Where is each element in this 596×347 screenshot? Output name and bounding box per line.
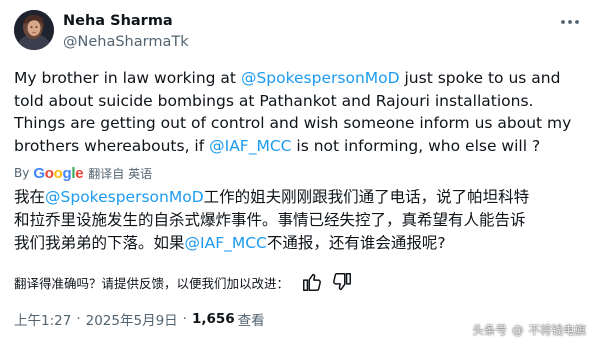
author-name[interactable]: Neha Sharma bbox=[63, 12, 189, 30]
translation-attribution: By Google 翻译自 英语 bbox=[14, 163, 152, 183]
translated-text-segment: 不通报，还有谁会通报呢? bbox=[266, 234, 446, 252]
tweet-text-segment: is not informing, who else will ? bbox=[291, 136, 541, 155]
tweet-line: My brother in law working at @Spokespers… bbox=[14, 67, 586, 90]
google-logo-letter: g bbox=[62, 164, 72, 182]
translated-by-label: By bbox=[14, 166, 30, 180]
tweet-line: brothers whereabouts, if @IAF_MCC is not… bbox=[14, 135, 586, 158]
translated-text-segment: 我在 bbox=[14, 188, 46, 206]
more-horizontal-icon bbox=[561, 20, 579, 24]
thumbs-down-button[interactable] bbox=[331, 271, 353, 293]
watermark-source: 头条号 bbox=[472, 323, 508, 337]
watermark-separator: @ bbox=[512, 323, 524, 337]
views-label: 查看 bbox=[237, 313, 265, 329]
tweet-text-segment: My brother in law working at bbox=[14, 69, 241, 87]
translation-feedback: 翻译得准确吗？请提供反馈，以便我们加以改进： bbox=[14, 271, 353, 293]
google-logo-letter: o bbox=[44, 164, 54, 182]
tweet-text-segment: just spoke to us and bbox=[399, 69, 561, 87]
tweet-line: Things are getting out of control and wi… bbox=[14, 112, 586, 135]
translated-line: 我们我弟弟的下落。如果@IAF_MCC不通报，还有谁会通报呢? bbox=[14, 232, 586, 255]
translated-text: 我在@SpokespersonMoD工作的姐夫刚刚跟我们通了电话，说了帕坦科特 … bbox=[14, 186, 586, 255]
translated-text-segment: 工作的姐夫刚刚跟我们通了电话，说了帕坦科特 bbox=[203, 188, 530, 206]
tweet-line: told about suicide bombings at Pathankot… bbox=[14, 90, 586, 113]
separator-dot: · bbox=[76, 311, 81, 327]
thumbs-down-icon bbox=[333, 273, 351, 291]
google-logo-letter: G bbox=[33, 164, 45, 182]
tweet-text-segment: brothers whereabouts, if bbox=[14, 136, 210, 155]
mention-link[interactable]: @SpokespersonMoD bbox=[241, 69, 400, 87]
separator-dot: · bbox=[182, 311, 187, 327]
mention-link[interactable]: @SpokespersonMoD bbox=[45, 188, 204, 206]
feedback-prompt: 翻译得准确吗？请提供反馈，以便我们加以改进： bbox=[14, 275, 290, 291]
more-options-button[interactable] bbox=[558, 12, 582, 32]
watermark: 头条号 @ 不将钱电旗 bbox=[473, 322, 587, 338]
author-info[interactable]: Neha Sharma @NehaSharmaTk bbox=[63, 12, 189, 51]
views-count: 1,656 bbox=[191, 311, 235, 327]
tweet-metadata: 上午1:27 · 2025年5月9日 · 1,656 查看 bbox=[14, 309, 265, 329]
mention-link[interactable]: @IAF_MCC bbox=[185, 234, 267, 252]
tweet-date[interactable]: 2025年5月9日 bbox=[86, 309, 178, 329]
tweet-header: Neha Sharma @NehaSharmaTk bbox=[14, 10, 582, 56]
tweet-time[interactable]: 上午1:27 bbox=[14, 309, 71, 329]
tweet-text: My brother in law working at @Spokespers… bbox=[14, 67, 586, 157]
translated-line: 我在@SpokespersonMoD工作的姐夫刚刚跟我们通了电话，说了帕坦科特 bbox=[14, 186, 586, 209]
google-logo-letter: e bbox=[75, 164, 84, 182]
mention-link[interactable]: @IAF_MCC bbox=[209, 137, 291, 155]
author-handle[interactable]: @NehaSharmaTk bbox=[63, 33, 189, 51]
translated-line: 和拉乔里设施发生的自杀式爆炸事件。事情已经失控了，真希望有人能告诉 bbox=[14, 209, 586, 232]
avatar-image bbox=[14, 10, 54, 50]
thumbs-up-button[interactable] bbox=[301, 271, 323, 293]
tweet-text-segment: Things are getting out of control and wi… bbox=[14, 114, 572, 132]
translated-text-segment: 和拉乔里设施发生的自杀式爆炸事件。事情已经失控了，真希望有人能告诉 bbox=[14, 211, 526, 229]
translated-from-label[interactable]: 翻译自 英语 bbox=[88, 165, 152, 182]
tweet-text-segment: told about suicide bombings at Pathankot… bbox=[14, 91, 534, 110]
thumbs-up-icon bbox=[303, 273, 321, 291]
translated-text-segment: 我们我弟弟的下落。如果 bbox=[14, 234, 185, 252]
watermark-author: 不将钱电旗 bbox=[528, 323, 587, 337]
avatar[interactable] bbox=[14, 10, 54, 50]
google-logo: Google bbox=[33, 165, 83, 182]
